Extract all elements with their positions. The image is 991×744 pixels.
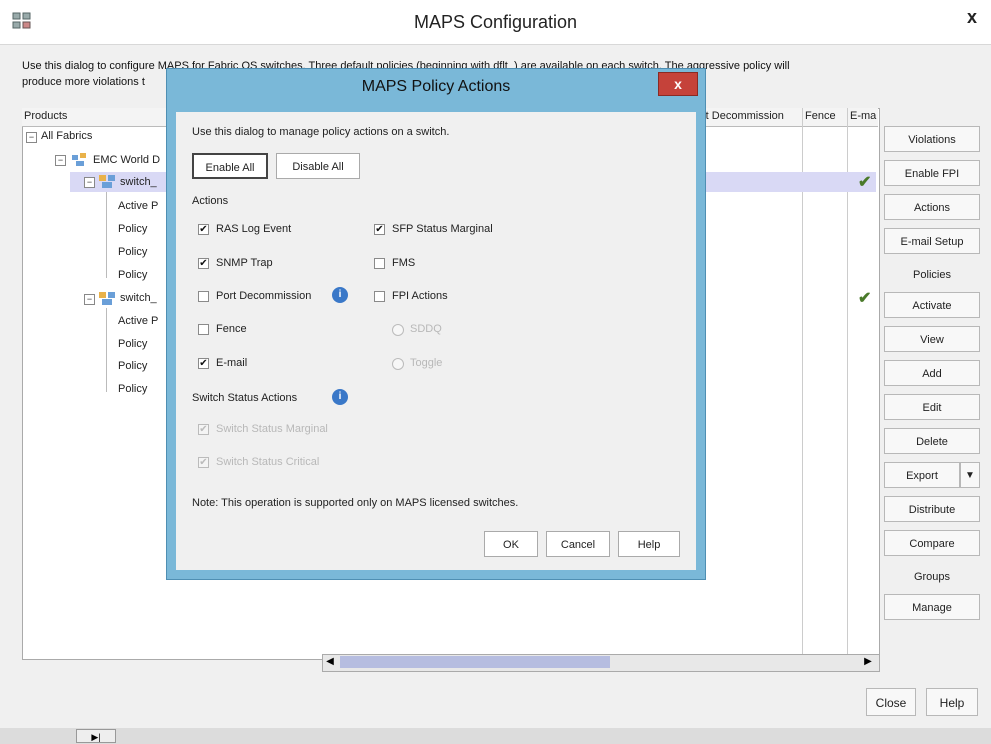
switch-status-critical-label: Switch Status Critical bbox=[216, 456, 320, 468]
email-label: E-mail bbox=[216, 357, 248, 369]
tree-item-fabric[interactable]: EMC World D bbox=[93, 154, 160, 166]
tree-item-active-policy[interactable]: Active P bbox=[118, 200, 158, 212]
view-button[interactable]: View bbox=[884, 326, 980, 352]
sddq-label: SDDQ bbox=[410, 323, 442, 335]
email-setup-button[interactable]: E-mail Setup bbox=[884, 228, 980, 254]
ras-log-label: RAS Log Event bbox=[216, 223, 292, 235]
tree-line bbox=[106, 308, 107, 392]
violations-button[interactable]: Violations bbox=[884, 126, 980, 152]
fence-checkbox[interactable] bbox=[198, 324, 209, 335]
disable-all-button[interactable]: Disable All bbox=[276, 153, 360, 179]
fabric-icon bbox=[72, 153, 86, 166]
scroll-left-icon[interactable]: ◀ bbox=[323, 655, 337, 669]
dialog-close-button[interactable]: x bbox=[658, 72, 698, 96]
fpi-actions-checkbox[interactable] bbox=[374, 291, 385, 302]
snmp-trap-label: SNMP Trap bbox=[216, 257, 273, 269]
tree-item-policy[interactable]: Policy bbox=[118, 246, 147, 258]
dialog-note: Note: This operation is supported only o… bbox=[192, 497, 519, 509]
switch-status-actions-label: Switch Status Actions bbox=[192, 392, 298, 404]
tree-item-policy[interactable]: Policy bbox=[118, 360, 147, 372]
header-products[interactable]: Products bbox=[24, 110, 67, 122]
collapse-icon[interactable]: − bbox=[26, 132, 37, 143]
switch-status-marginal-checkbox[interactable]: ✔ bbox=[198, 424, 209, 435]
port-decommission-checkbox[interactable] bbox=[198, 291, 209, 302]
port-decommission-label: Port Decommission bbox=[216, 290, 312, 302]
tree-item-switch[interactable]: switch_ bbox=[120, 176, 157, 188]
header-fence[interactable]: Fence bbox=[805, 110, 836, 122]
taskbar-arrow-icon[interactable]: ▶| bbox=[76, 729, 116, 743]
toggle-radio[interactable] bbox=[392, 358, 404, 370]
window-close-button[interactable]: x bbox=[960, 6, 984, 28]
dialog-intro: Use this dialog to manage policy actions… bbox=[192, 126, 450, 138]
scrollbar-thumb[interactable] bbox=[340, 656, 610, 668]
switch-status-marginal-label: Switch Status Marginal bbox=[216, 423, 328, 435]
dialog-help-button[interactable]: Help bbox=[618, 531, 680, 557]
ok-button[interactable]: OK bbox=[484, 531, 538, 557]
distribute-button[interactable]: Distribute bbox=[884, 496, 980, 522]
bottom-strip bbox=[0, 728, 991, 744]
close-button[interactable]: Close bbox=[866, 688, 916, 716]
tree-item-active-policy[interactable]: Active P bbox=[118, 315, 158, 327]
groups-label: Groups bbox=[913, 571, 951, 583]
tree-item-policy[interactable]: Policy bbox=[118, 223, 147, 235]
tree-line bbox=[106, 192, 107, 278]
header-port-decommission[interactable]: rt Decommission bbox=[702, 110, 784, 122]
sddq-radio[interactable] bbox=[392, 324, 404, 336]
activate-button[interactable]: Activate bbox=[884, 292, 980, 318]
switch-icon bbox=[99, 175, 115, 188]
collapse-icon[interactable]: − bbox=[84, 177, 95, 188]
tree-item-policy[interactable]: Policy bbox=[118, 338, 147, 350]
fence-label: Fence bbox=[216, 323, 247, 335]
header-email[interactable]: E-ma bbox=[850, 110, 876, 122]
switch-icon bbox=[99, 292, 115, 305]
info-icon[interactable]: i bbox=[332, 389, 348, 405]
email-check-icon: ✔ bbox=[858, 290, 872, 307]
email-checkbox[interactable]: ✔ bbox=[198, 358, 209, 369]
switch-status-critical-checkbox[interactable]: ✔ bbox=[198, 457, 209, 468]
tree-item-all-fabrics[interactable]: All Fabrics bbox=[41, 130, 92, 142]
email-check-icon: ✔ bbox=[858, 174, 872, 191]
tree-item-policy[interactable]: Policy bbox=[118, 269, 147, 281]
fms-label: FMS bbox=[392, 257, 416, 269]
export-button[interactable]: Export bbox=[884, 462, 960, 488]
snmp-trap-checkbox[interactable]: ✔ bbox=[198, 258, 209, 269]
delete-button[interactable]: Delete bbox=[884, 428, 980, 454]
scroll-right-icon[interactable]: ▶ bbox=[861, 655, 875, 669]
dialog-title: MAPS Policy Actions bbox=[361, 78, 511, 95]
info-icon[interactable]: i bbox=[332, 287, 348, 303]
collapse-icon[interactable]: − bbox=[84, 294, 95, 305]
compare-button[interactable]: Compare bbox=[884, 530, 980, 556]
fms-checkbox[interactable] bbox=[374, 258, 385, 269]
sfp-status-label: SFP Status Marginal bbox=[392, 223, 493, 235]
actions-button[interactable]: Actions bbox=[884, 194, 980, 220]
toggle-label: Toggle bbox=[410, 357, 443, 369]
enable-fpi-button[interactable]: Enable FPI bbox=[884, 160, 980, 186]
actions-label: Actions bbox=[192, 195, 229, 207]
policies-label: Policies bbox=[913, 269, 951, 281]
window-title: MAPS Configuration bbox=[413, 12, 578, 32]
tree-item-switch[interactable]: switch_ bbox=[120, 292, 157, 304]
add-button[interactable]: Add bbox=[884, 360, 980, 386]
export-dropdown-icon[interactable]: ▼ bbox=[960, 462, 980, 488]
collapse-icon[interactable]: − bbox=[55, 155, 66, 166]
ras-log-checkbox[interactable]: ✔ bbox=[198, 224, 209, 235]
tree-item-policy[interactable]: Policy bbox=[118, 383, 147, 395]
enable-all-button[interactable]: Enable All bbox=[192, 153, 268, 179]
cancel-button[interactable]: Cancel bbox=[546, 531, 610, 557]
sfp-status-checkbox[interactable]: ✔ bbox=[374, 224, 385, 235]
fpi-actions-label: FPI Actions bbox=[392, 290, 448, 302]
help-button[interactable]: Help bbox=[926, 688, 978, 716]
manage-button[interactable]: Manage bbox=[884, 594, 980, 620]
edit-button[interactable]: Edit bbox=[884, 394, 980, 420]
